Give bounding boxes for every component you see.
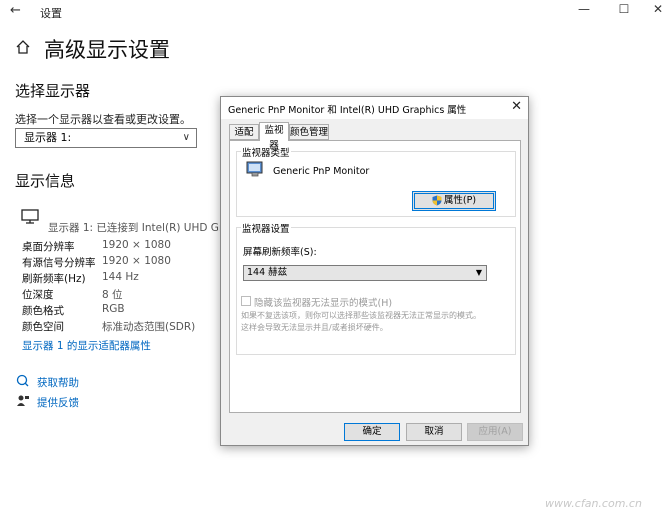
info-row-value: 1920 × 1080 <box>102 255 171 267</box>
info-row-label: 颜色格式 <box>22 305 64 317</box>
title-bar: ← 设置 — ☐ ✕ <box>0 0 670 24</box>
get-help-link[interactable]: 获取帮助 <box>37 375 79 390</box>
cancel-button[interactable]: 取消 <box>406 423 462 441</box>
tab-color-management[interactable]: 颜色管理 <box>289 124 329 140</box>
monitor-settings-label: 监视器设置 <box>241 221 291 235</box>
feedback-link[interactable]: 提供反馈 <box>37 395 79 410</box>
feedback-person-icon <box>17 395 29 406</box>
monitor-properties-button[interactable]: 属性(P) <box>412 191 496 211</box>
dialog-close-icon[interactable]: ✕ <box>511 99 522 114</box>
hide-modes-note-2: 这样会导致无法显示并且/或者损坏硬件。 <box>241 323 388 332</box>
app-title: 设置 <box>40 7 62 20</box>
hide-modes-label: 隐藏该监视器无法显示的模式(H) <box>254 298 393 309</box>
info-row-value: 144 Hz <box>102 271 139 283</box>
hide-modes-note-1: 如果不复选该项，则你可以选择那些该监视器无法正常显示的模式。 <box>241 311 481 320</box>
dialog-title-bar: Generic PnP Monitor 和 Intel(R) UHD Graph… <box>221 97 528 119</box>
monitor-tab-panel: 监视器类型 Generic PnP Monitor 属性(P) 监视器设置 屏幕… <box>229 140 521 413</box>
refresh-rate-select[interactable]: 144 赫兹 ▼ <box>243 265 487 281</box>
back-arrow-icon[interactable]: ← <box>10 3 21 18</box>
info-row-value: 1920 × 1080 <box>102 239 171 251</box>
chevron-down-icon: ∨ <box>182 132 190 143</box>
maximize-icon[interactable]: ☐ <box>612 2 636 16</box>
info-row-label: 刷新频率(Hz) <box>22 273 86 285</box>
monitor-settings-group: 监视器设置 屏幕刷新频率(S): 144 赫兹 ▼ 隐藏该监视器无法显示的模式(… <box>236 221 516 355</box>
select-display-heading: 选择显示器 <box>15 82 91 100</box>
info-row-label: 有源信号分辨率 <box>22 257 96 269</box>
adapter-properties-link[interactable]: 显示器 1 的显示适配器属性 <box>22 338 151 353</box>
display-info-heading: 显示信息 <box>15 172 76 190</box>
monitor-type-group: 监视器类型 Generic PnP Monitor 属性(P) <box>236 145 516 217</box>
close-icon[interactable]: ✕ <box>646 2 670 16</box>
info-row-label: 颜色空间 <box>22 321 64 333</box>
page-title: 高级显示设置 <box>44 38 170 62</box>
monitor-icon <box>21 209 39 224</box>
tab-monitor[interactable]: 监视器 <box>259 122 289 151</box>
minimize-icon[interactable]: — <box>572 2 596 16</box>
watermark: www.cfan.com.cn <box>545 497 642 510</box>
refresh-rate-value: 144 赫兹 <box>247 267 288 278</box>
select-display-hint: 选择一个显示器以查看或更改设置。 <box>15 113 191 126</box>
ok-button[interactable]: 确定 <box>344 423 400 441</box>
display-select-value: 显示器 1: <box>24 131 72 144</box>
hide-modes-checkbox[interactable] <box>241 296 251 306</box>
chevron-down-icon: ▼ <box>475 268 482 277</box>
dialog-title: Generic PnP Monitor 和 Intel(R) UHD Graph… <box>228 105 467 116</box>
info-row-label: 桌面分辨率 <box>22 241 75 253</box>
monitor-properties-dialog: Generic PnP Monitor 和 Intel(R) UHD Graph… <box>220 96 529 446</box>
monitor-device-icon <box>246 161 263 177</box>
apply-button[interactable]: 应用(A) <box>467 423 523 441</box>
monitor-name: Generic PnP Monitor <box>273 166 370 177</box>
tab-adapter[interactable]: 适配器 <box>229 124 259 153</box>
info-row-label: 位深度 <box>22 289 54 301</box>
info-row-value: RGB <box>102 303 125 315</box>
help-chat-icon <box>16 374 29 387</box>
refresh-rate-label: 屏幕刷新频率(S): <box>243 247 317 258</box>
info-row-value: 标准动态范围(SDR) <box>102 321 196 333</box>
monitor-type-label: 监视器类型 <box>241 145 291 159</box>
home-icon[interactable] <box>15 39 31 55</box>
display-select[interactable]: 显示器 1: ∨ <box>15 128 197 148</box>
info-row-value: 8 位 <box>102 289 123 301</box>
